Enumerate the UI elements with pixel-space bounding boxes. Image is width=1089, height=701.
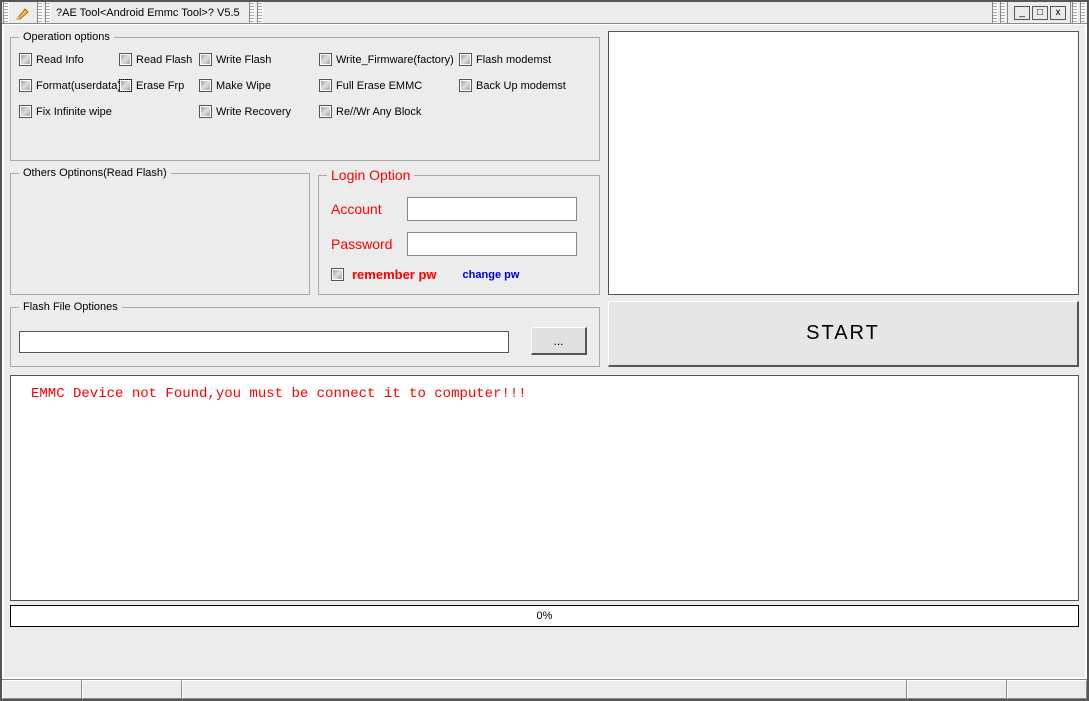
minimize-button[interactable]: _ <box>1014 6 1030 20</box>
close-button[interactable]: x <box>1050 6 1066 20</box>
make-wipe-checkbox[interactable]: Make Wipe <box>199 79 309 92</box>
progress-bar: 0% <box>10 605 1079 627</box>
erase-frp-label: Erase Frp <box>136 80 184 92</box>
login-legend: Login Option <box>327 167 414 183</box>
write-flash-label: Write Flash <box>216 54 271 66</box>
titlebar-grip <box>992 2 998 23</box>
read-flash-label: Read Flash <box>136 54 192 66</box>
flash-file-legend: Flash File Optiones <box>19 301 122 313</box>
titlebar-grip <box>257 2 263 23</box>
preview-panel <box>608 31 1079 295</box>
write-flash-checkbox[interactable]: Write Flash <box>199 53 309 66</box>
login-option-group: Login Option Account Password <box>318 167 600 295</box>
log-output[interactable]: EMMC Device not Found,you must be connec… <box>10 375 1079 601</box>
app-window-frame: ?AE Tool<Android Emmc Tool>? V5.5 _ □ x … <box>0 0 1089 701</box>
statusbar-cell <box>1007 680 1087 699</box>
rewr-any-block-label: Re//Wr Any Block <box>336 106 421 118</box>
full-erase-emmc-label: Full Erase EMMC <box>336 80 422 92</box>
window-title: ?AE Tool<Android Emmc Tool>? V5.5 <box>52 2 248 23</box>
titlebar-grip <box>37 2 43 23</box>
flash-modemst-checkbox[interactable]: Flash modemst <box>459 53 589 66</box>
statusbar-cell <box>907 680 1007 699</box>
format-userdata-label: Format(userdata) <box>36 80 121 92</box>
erase-frp-checkbox[interactable]: Erase Frp <box>119 79 199 92</box>
statusbar-cell <box>2 680 82 699</box>
flash-file-path-input[interactable] <box>19 331 509 353</box>
fix-infinite-wipe-label: Fix Infinite wipe <box>36 106 112 118</box>
full-erase-emmc-checkbox[interactable]: Full Erase EMMC <box>319 79 459 92</box>
backup-modemst-label: Back Up modemst <box>476 80 566 92</box>
read-info-label: Read Info <box>36 54 84 66</box>
operation-options-group: Operation options Read Info Read Flash W… <box>10 31 600 161</box>
write-firmware-checkbox[interactable]: Write_Firmware(factory) <box>319 53 459 66</box>
account-input[interactable] <box>407 197 577 221</box>
password-label: Password <box>331 236 407 252</box>
start-button[interactable]: START <box>608 301 1079 367</box>
flash-modemst-label: Flash modemst <box>476 54 551 66</box>
titlebar-grip <box>249 2 255 23</box>
rewr-any-block-checkbox[interactable]: Re//Wr Any Block <box>319 105 459 118</box>
change-pw-link[interactable]: change pw <box>463 269 520 281</box>
titlebar-grip <box>1072 2 1078 23</box>
write-recovery-checkbox[interactable]: Write Recovery <box>199 105 309 118</box>
titlebar-spacer <box>264 2 991 23</box>
titlebar-grip <box>45 2 51 23</box>
password-input[interactable] <box>407 232 577 256</box>
statusbar-cell <box>182 680 907 699</box>
browse-button[interactable]: ... <box>531 327 587 355</box>
titlebar-grip <box>1000 2 1006 23</box>
read-info-checkbox[interactable]: Read Info <box>19 53 119 66</box>
maximize-button[interactable]: □ <box>1032 6 1048 20</box>
app-icon <box>14 4 32 22</box>
fix-infinite-wipe-checkbox[interactable]: Fix Infinite wipe <box>19 105 119 118</box>
operation-options-legend: Operation options <box>19 31 114 43</box>
backup-modemst-checkbox[interactable]: Back Up modemst <box>459 79 589 92</box>
write-recovery-label: Write Recovery <box>216 106 291 118</box>
make-wipe-label: Make Wipe <box>216 80 271 92</box>
others-options-group: Others Optinons(Read Flash) <box>10 167 310 295</box>
others-options-legend: Others Optinons(Read Flash) <box>19 167 171 179</box>
remember-pw-label: remember pw <box>352 267 437 282</box>
account-label: Account <box>331 201 407 217</box>
titlebar-grip <box>1080 2 1086 23</box>
client-area: Operation options Read Info Read Flash W… <box>4 25 1085 677</box>
title-bar: ?AE Tool<Android Emmc Tool>? V5.5 _ □ x <box>2 2 1087 24</box>
read-flash-checkbox[interactable]: Read Flash <box>119 53 199 66</box>
titlebar-grip <box>3 2 9 23</box>
format-userdata-checkbox[interactable]: Format(userdata) <box>19 79 119 92</box>
statusbar-cell <box>82 680 182 699</box>
window-controls: _ □ x <box>1007 2 1071 23</box>
remember-pw-checkbox[interactable]: remember pw <box>331 267 437 282</box>
write-firmware-label: Write_Firmware(factory) <box>336 54 454 66</box>
status-bar <box>2 679 1087 699</box>
progress-text: 0% <box>537 610 553 622</box>
flash-file-options-group: Flash File Optiones ... <box>10 301 600 367</box>
